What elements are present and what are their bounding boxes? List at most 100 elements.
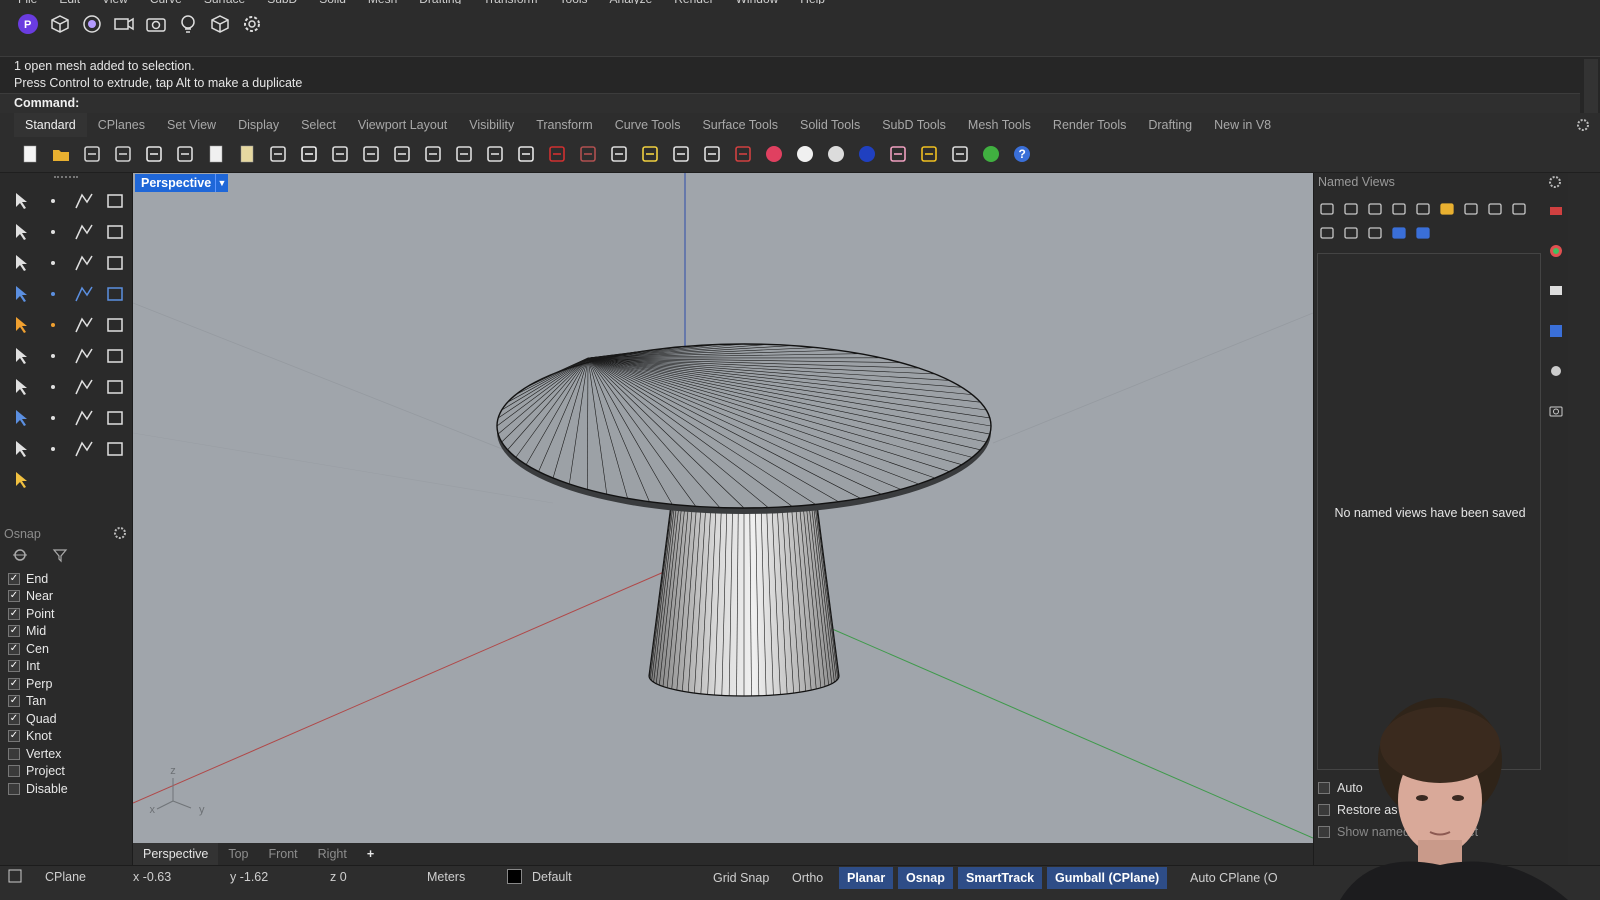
osnap-item-cen[interactable]: ✓ Cen bbox=[8, 640, 68, 658]
menu-item[interactable]: Transform bbox=[483, 0, 537, 4]
viewport-tab-front[interactable]: Front bbox=[258, 843, 307, 865]
osnap-item-end[interactable]: ✓ End bbox=[8, 570, 68, 588]
dimension-icon[interactable] bbox=[99, 371, 130, 402]
checkbox[interactable] bbox=[1318, 782, 1330, 794]
tab-subd-tools[interactable]: SubD Tools bbox=[871, 113, 957, 137]
rectangle-icon[interactable] bbox=[99, 216, 130, 247]
camera-record-icon[interactable] bbox=[112, 12, 136, 36]
circle-icon[interactable] bbox=[6, 216, 37, 247]
tab-mesh-tools[interactable]: Mesh Tools bbox=[957, 113, 1042, 137]
menu-item[interactable]: View bbox=[102, 0, 128, 4]
osnap-item-mid[interactable]: ✓ Mid bbox=[8, 623, 68, 641]
checkbox[interactable]: ✓ bbox=[8, 607, 20, 620]
status-osnap-button[interactable]: Osnap bbox=[898, 867, 953, 889]
split-icon[interactable] bbox=[99, 309, 130, 340]
gear-icon[interactable] bbox=[1548, 175, 1562, 192]
gear-icon[interactable] bbox=[1576, 118, 1590, 135]
zoom-window-icon[interactable] bbox=[390, 142, 414, 166]
tab-viewport-layout[interactable]: Viewport Layout bbox=[347, 113, 458, 137]
osnap-item-perp[interactable]: ✓ Perp bbox=[8, 675, 68, 693]
mesh-icon[interactable] bbox=[99, 433, 130, 464]
units-label[interactable]: Meters bbox=[427, 870, 465, 884]
checkbox[interactable]: ✓ bbox=[8, 642, 20, 655]
menu-item[interactable]: File bbox=[18, 0, 37, 4]
checkbox[interactable]: ✓ bbox=[8, 625, 20, 638]
menu-item[interactable]: Edit bbox=[59, 0, 80, 4]
layer-color-swatch[interactable] bbox=[507, 869, 522, 887]
import-icon[interactable] bbox=[142, 142, 166, 166]
mesh-sphere-icon[interactable] bbox=[824, 142, 848, 166]
rotate-icon[interactable] bbox=[483, 142, 507, 166]
cplane-label[interactable]: CPlane bbox=[45, 870, 86, 884]
osnap-item-int[interactable]: ✓ Int bbox=[8, 658, 68, 676]
checkbox[interactable]: ✓ bbox=[8, 677, 20, 690]
menu-item[interactable]: Tools bbox=[560, 0, 588, 4]
checkbox[interactable]: ✓ bbox=[8, 590, 20, 603]
text-icon[interactable] bbox=[6, 371, 37, 402]
save-icon[interactable] bbox=[80, 142, 104, 166]
paste-icon[interactable] bbox=[235, 142, 259, 166]
cplane-icon[interactable] bbox=[8, 869, 22, 886]
chevron-down-icon[interactable]: ▼ bbox=[215, 174, 228, 192]
viewport-title[interactable]: Perspective bbox=[135, 174, 218, 192]
checkbox[interactable] bbox=[1318, 804, 1330, 816]
box-solid-icon[interactable] bbox=[6, 278, 37, 309]
color-wheel-icon[interactable] bbox=[762, 142, 786, 166]
menu-item[interactable]: SubD bbox=[267, 0, 297, 4]
paste-view-icon[interactable] bbox=[1414, 200, 1432, 218]
viewport-tab-right[interactable]: Right bbox=[308, 843, 357, 865]
tab-display[interactable]: Display bbox=[227, 113, 290, 137]
tab-render-tools[interactable]: Render Tools bbox=[1042, 113, 1137, 137]
distribute-icon[interactable] bbox=[99, 402, 130, 433]
camera-icon[interactable] bbox=[1548, 403, 1564, 422]
solid-tools-icon[interactable] bbox=[6, 402, 37, 433]
sun-icon[interactable] bbox=[917, 142, 941, 166]
render-sphere-icon[interactable] bbox=[855, 142, 879, 166]
color-wheel-icon[interactable] bbox=[1548, 243, 1564, 262]
menu-item[interactable]: Mesh bbox=[368, 0, 397, 4]
osnap-item-point[interactable]: ✓ Point bbox=[8, 605, 68, 623]
status-auto-cplane-o-button[interactable]: Auto CPlane (O bbox=[1182, 867, 1286, 889]
help-icon[interactable] bbox=[1414, 224, 1432, 242]
scale-icon[interactable] bbox=[37, 371, 68, 402]
checkbox[interactable]: ✓ bbox=[8, 660, 20, 673]
table-base-mesh[interactable] bbox=[648, 504, 840, 697]
array-icon[interactable] bbox=[37, 340, 68, 371]
undo-icon[interactable] bbox=[266, 142, 290, 166]
osnap-item-knot[interactable]: ✓ Knot bbox=[8, 728, 68, 746]
cube-icon[interactable] bbox=[48, 12, 72, 36]
select-points-icon[interactable] bbox=[638, 142, 662, 166]
osnap-item-disable[interactable]: Disable bbox=[8, 780, 68, 798]
thumbnail-icon[interactable] bbox=[1390, 224, 1408, 242]
checkbox[interactable]: ✓ bbox=[8, 695, 20, 708]
add-viewport-tab[interactable]: + bbox=[357, 843, 384, 865]
fillet-icon[interactable] bbox=[37, 247, 68, 278]
sphere-solid-icon[interactable] bbox=[37, 278, 68, 309]
edit-view-icon[interactable] bbox=[1486, 200, 1504, 218]
lock-icon[interactable] bbox=[700, 142, 724, 166]
box-icon[interactable] bbox=[208, 12, 232, 36]
pan-hand-icon[interactable] bbox=[297, 142, 321, 166]
checkbox[interactable]: ✓ bbox=[8, 730, 20, 743]
trim-icon[interactable] bbox=[68, 309, 99, 340]
open-folder-icon[interactable] bbox=[1438, 200, 1456, 218]
polygon-icon[interactable] bbox=[68, 216, 99, 247]
globe-icon[interactable] bbox=[979, 142, 1003, 166]
checkbox[interactable] bbox=[1318, 826, 1330, 838]
curve-edit-icon[interactable] bbox=[6, 433, 37, 464]
status-planar-button[interactable]: Planar bbox=[839, 867, 894, 889]
tab-new-in-v8[interactable]: New in V8 bbox=[1203, 113, 1282, 137]
select-view-icon[interactable] bbox=[1462, 200, 1480, 218]
menu-item[interactable]: Window bbox=[736, 0, 779, 4]
tab-set-view[interactable]: Set View bbox=[156, 113, 227, 137]
new-file-icon[interactable] bbox=[18, 142, 42, 166]
status-smarttrack-button[interactable]: SmartTrack bbox=[958, 867, 1043, 889]
status-gumball-cplane-button[interactable]: Gumball (CPlane) bbox=[1047, 867, 1168, 889]
table-top-mesh[interactable] bbox=[496, 343, 992, 514]
command-input[interactable]: Command: bbox=[0, 93, 1580, 113]
tab-cplanes[interactable]: CPlanes bbox=[87, 113, 156, 137]
help-icon[interactable]: ? bbox=[1010, 142, 1034, 166]
pencil-icon[interactable] bbox=[6, 464, 37, 495]
curve-icon[interactable] bbox=[99, 185, 130, 216]
tab-select[interactable]: Select bbox=[290, 113, 347, 137]
